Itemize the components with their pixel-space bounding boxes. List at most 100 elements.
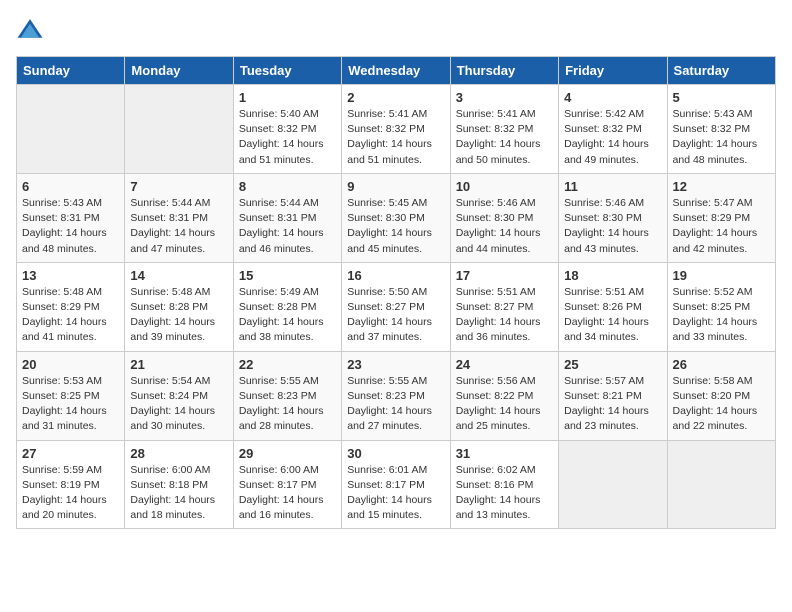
day-info: Sunrise: 5:47 AMSunset: 8:29 PMDaylight:…	[673, 196, 770, 257]
day-number: 26	[673, 357, 770, 372]
logo	[16, 16, 48, 44]
calendar-week-row: 6Sunrise: 5:43 AMSunset: 8:31 PMDaylight…	[17, 173, 776, 262]
day-info: Sunrise: 6:01 AMSunset: 8:17 PMDaylight:…	[347, 463, 444, 524]
day-number: 6	[22, 179, 119, 194]
calendar-cell: 20 Sunrise: 5:53 AMSunset: 8:25 PMDayligh…	[17, 351, 125, 440]
day-info: Sunrise: 5:46 AMSunset: 8:30 PMDaylight:…	[564, 196, 661, 257]
calendar-cell: 25Sunrise: 5:57 AMSunset: 8:21 PMDayligh…	[559, 351, 667, 440]
logo-icon	[16, 16, 44, 44]
page-header	[16, 16, 776, 44]
day-number: 17	[456, 268, 553, 283]
day-number: 5	[673, 90, 770, 105]
day-number: 1	[239, 90, 336, 105]
day-info: Sunrise: 5:55 AMSunset: 8:23 PMDaylight:…	[347, 374, 444, 435]
calendar-cell: 3 Sunrise: 5:41 AMSunset: 8:32 PMDaylight…	[450, 85, 558, 174]
day-number: 28	[130, 446, 227, 461]
calendar-cell	[667, 440, 775, 529]
day-number: 14	[130, 268, 227, 283]
calendar-cell: 2 Sunrise: 5:41 AMSunset: 8:32 PMDaylight…	[342, 85, 450, 174]
calendar-cell: 14 Sunrise: 5:48 AMSunset: 8:28 PMDayligh…	[125, 262, 233, 351]
day-info: Sunrise: 5:58 AMSunset: 8:20 PMDaylight:…	[673, 374, 770, 435]
calendar-cell	[559, 440, 667, 529]
day-number: 11	[564, 179, 661, 194]
calendar-week-row: 1 Sunrise: 5:40 AMSunset: 8:32 PMDaylight…	[17, 85, 776, 174]
calendar-cell: 18 Sunrise: 5:51 AMSunset: 8:26 PMDayligh…	[559, 262, 667, 351]
day-number: 19	[673, 268, 770, 283]
day-number: 30	[347, 446, 444, 461]
day-number: 20	[22, 357, 119, 372]
day-number: 13	[22, 268, 119, 283]
day-number: 15	[239, 268, 336, 283]
calendar-cell: 1 Sunrise: 5:40 AMSunset: 8:32 PMDaylight…	[233, 85, 341, 174]
calendar-cell: 7 Sunrise: 5:44 AMSunset: 8:31 PMDaylight…	[125, 173, 233, 262]
calendar-cell: 22Sunrise: 5:55 AMSunset: 8:23 PMDayligh…	[233, 351, 341, 440]
day-header-friday: Friday	[559, 57, 667, 85]
day-header-saturday: Saturday	[667, 57, 775, 85]
day-number: 25	[564, 357, 661, 372]
day-info: Sunrise: 5:49 AMSunset: 8:28 PMDaylight:…	[239, 285, 336, 346]
day-info: Sunrise: 5:43 AMSunset: 8:32 PMDaylight:…	[673, 107, 770, 168]
day-number: 21	[130, 357, 227, 372]
day-number: 7	[130, 179, 227, 194]
day-info: Sunrise: 5:48 AMSunset: 8:28 PMDaylight:…	[130, 285, 227, 346]
day-info: Sunrise: 5:46 AMSunset: 8:30 PMDaylight:…	[456, 196, 553, 257]
day-header-thursday: Thursday	[450, 57, 558, 85]
calendar-cell: 6Sunrise: 5:43 AMSunset: 8:31 PMDaylight…	[17, 173, 125, 262]
day-number: 4	[564, 90, 661, 105]
day-number: 16	[347, 268, 444, 283]
calendar-cell: 31 Sunrise: 6:02 AMSunset: 8:16 PMDayligh…	[450, 440, 558, 529]
day-info: Sunrise: 5:44 AMSunset: 8:31 PMDaylight:…	[130, 196, 227, 257]
day-info: Sunrise: 5:42 AMSunset: 8:32 PMDaylight:…	[564, 107, 661, 168]
day-info: Sunrise: 5:59 AMSunset: 8:19 PMDaylight:…	[22, 463, 119, 524]
calendar-cell: 10 Sunrise: 5:46 AMSunset: 8:30 PMDayligh…	[450, 173, 558, 262]
day-header-monday: Monday	[125, 57, 233, 85]
calendar-cell: 26 Sunrise: 5:58 AMSunset: 8:20 PMDayligh…	[667, 351, 775, 440]
day-header-wednesday: Wednesday	[342, 57, 450, 85]
day-number: 3	[456, 90, 553, 105]
calendar-cell: 4 Sunrise: 5:42 AMSunset: 8:32 PMDaylight…	[559, 85, 667, 174]
day-number: 31	[456, 446, 553, 461]
day-info: Sunrise: 5:52 AMSunset: 8:25 PMDaylight:…	[673, 285, 770, 346]
calendar-cell: 27 Sunrise: 5:59 AMSunset: 8:19 PMDayligh…	[17, 440, 125, 529]
day-number: 18	[564, 268, 661, 283]
calendar-week-row: 20 Sunrise: 5:53 AMSunset: 8:25 PMDayligh…	[17, 351, 776, 440]
day-info: Sunrise: 5:56 AMSunset: 8:22 PMDaylight:…	[456, 374, 553, 435]
calendar-cell: 30 Sunrise: 6:01 AMSunset: 8:17 PMDayligh…	[342, 440, 450, 529]
calendar-cell: 9Sunrise: 5:45 AMSunset: 8:30 PMDaylight…	[342, 173, 450, 262]
calendar-cell: 28Sunrise: 6:00 AMSunset: 8:18 PMDayligh…	[125, 440, 233, 529]
calendar-cell: 19 Sunrise: 5:52 AMSunset: 8:25 PMDayligh…	[667, 262, 775, 351]
calendar-cell: 8 Sunrise: 5:44 AMSunset: 8:31 PMDaylight…	[233, 173, 341, 262]
day-info: Sunrise: 5:44 AMSunset: 8:31 PMDaylight:…	[239, 196, 336, 257]
day-header-sunday: Sunday	[17, 57, 125, 85]
day-header-tuesday: Tuesday	[233, 57, 341, 85]
calendar-week-row: 27 Sunrise: 5:59 AMSunset: 8:19 PMDayligh…	[17, 440, 776, 529]
day-info: Sunrise: 5:51 AMSunset: 8:26 PMDaylight:…	[564, 285, 661, 346]
day-number: 29	[239, 446, 336, 461]
calendar-cell	[125, 85, 233, 174]
day-info: Sunrise: 5:45 AMSunset: 8:30 PMDaylight:…	[347, 196, 444, 257]
day-info: Sunrise: 5:51 AMSunset: 8:27 PMDaylight:…	[456, 285, 553, 346]
day-number: 24	[456, 357, 553, 372]
day-info: Sunrise: 5:48 AMSunset: 8:29 PMDaylight:…	[22, 285, 119, 346]
day-number: 10	[456, 179, 553, 194]
day-number: 27	[22, 446, 119, 461]
calendar-cell: 23 Sunrise: 5:55 AMSunset: 8:23 PMDayligh…	[342, 351, 450, 440]
calendar-cell: 16Sunrise: 5:50 AMSunset: 8:27 PMDayligh…	[342, 262, 450, 351]
day-info: Sunrise: 5:54 AMSunset: 8:24 PMDaylight:…	[130, 374, 227, 435]
calendar-cell: 29Sunrise: 6:00 AMSunset: 8:17 PMDayligh…	[233, 440, 341, 529]
calendar-table: SundayMondayTuesdayWednesdayThursdayFrid…	[16, 56, 776, 529]
day-info: Sunrise: 6:02 AMSunset: 8:16 PMDaylight:…	[456, 463, 553, 524]
day-info: Sunrise: 5:41 AMSunset: 8:32 PMDaylight:…	[347, 107, 444, 168]
day-info: Sunrise: 5:41 AMSunset: 8:32 PMDaylight:…	[456, 107, 553, 168]
day-number: 8	[239, 179, 336, 194]
calendar-cell: 17 Sunrise: 5:51 AMSunset: 8:27 PMDayligh…	[450, 262, 558, 351]
calendar-cell: 5 Sunrise: 5:43 AMSunset: 8:32 PMDaylight…	[667, 85, 775, 174]
calendar-cell: 12 Sunrise: 5:47 AMSunset: 8:29 PMDayligh…	[667, 173, 775, 262]
day-number: 23	[347, 357, 444, 372]
day-info: Sunrise: 5:53 AMSunset: 8:25 PMDaylight:…	[22, 374, 119, 435]
day-number: 2	[347, 90, 444, 105]
day-info: Sunrise: 5:55 AMSunset: 8:23 PMDaylight:…	[239, 374, 336, 435]
day-number: 12	[673, 179, 770, 194]
day-info: Sunrise: 5:40 AMSunset: 8:32 PMDaylight:…	[239, 107, 336, 168]
calendar-cell: 15 Sunrise: 5:49 AMSunset: 8:28 PMDayligh…	[233, 262, 341, 351]
